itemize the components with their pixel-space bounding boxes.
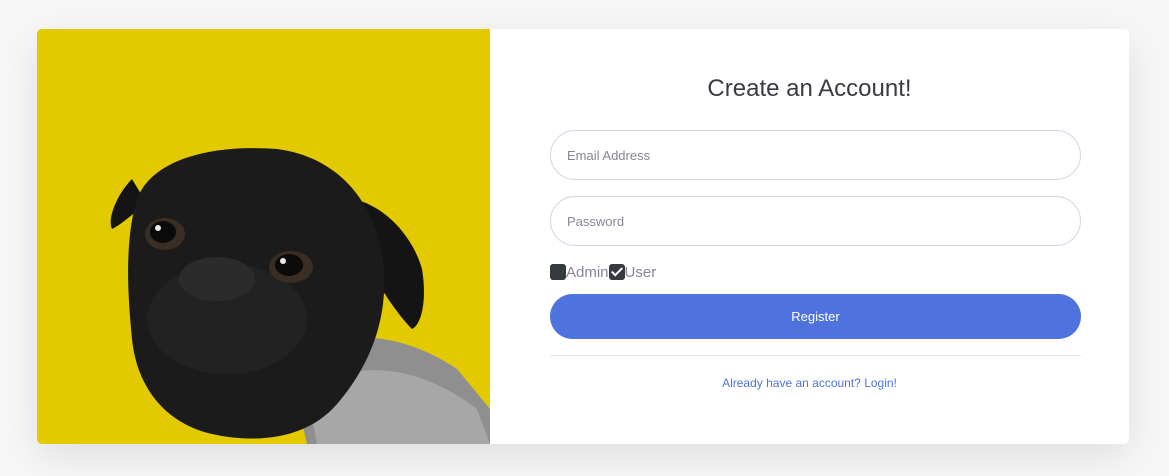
user-checkbox[interactable] [608,264,625,280]
password-field[interactable] [550,196,1081,246]
form-panel: Create an Account! Admin User Register A… [490,29,1129,444]
divider [550,355,1081,356]
admin-checkbox[interactable] [550,264,566,280]
user-label[interactable]: User [625,265,657,281]
register-button[interactable]: Register [550,294,1081,339]
admin-label[interactable]: Admin [566,265,609,281]
pug-illustration [37,29,490,444]
role-options: Admin User [550,263,656,281]
login-link[interactable]: Already have an account? Login! [490,376,1129,390]
page-title: Create an Account! [707,75,912,102]
register-card: Create an Account! Admin User Register A… [37,29,1129,444]
pug-image [37,29,490,444]
email-field[interactable] [550,130,1081,180]
